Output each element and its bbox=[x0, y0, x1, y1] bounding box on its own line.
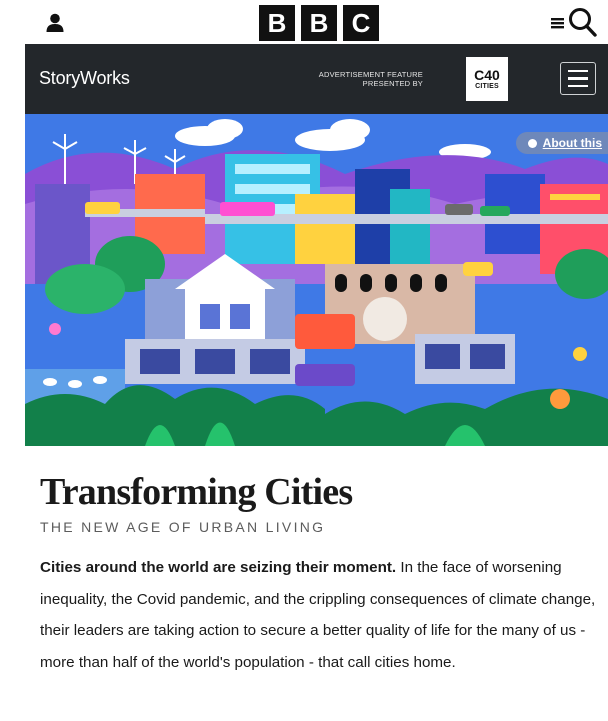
about-this-label: About this bbox=[542, 136, 602, 150]
advertisement-label-line2: PRESENTED BY bbox=[362, 79, 423, 88]
c40-logo-bottom: CITIES bbox=[475, 82, 499, 90]
article-lead-paragraph: Cities around the world are seizing thei… bbox=[40, 552, 600, 678]
article-title: Transforming Cities bbox=[40, 471, 353, 513]
storyworks-bar: StoryWorks ADVERTISEMENT FEATURE PRESENT… bbox=[25, 44, 608, 114]
menu-search-group bbox=[550, 6, 598, 38]
storyworks-title[interactable]: StoryWorks bbox=[39, 68, 130, 89]
c40-cities-logo[interactable]: C40 CITIES bbox=[466, 57, 508, 101]
bbc-header: B B C bbox=[0, 0, 608, 44]
article-subtitle: THE NEW AGE OF URBAN LIVING bbox=[40, 519, 326, 535]
c40-logo-top: C40 bbox=[474, 66, 500, 83]
bbc-logo-letter: B bbox=[259, 5, 295, 41]
city-illustration bbox=[25, 114, 608, 446]
hamburger-icon[interactable] bbox=[560, 62, 596, 95]
hero-illustration: About this bbox=[25, 114, 608, 446]
about-this-button[interactable]: About this bbox=[515, 132, 608, 154]
bbc-logo[interactable]: B B C bbox=[259, 5, 379, 41]
account-icon[interactable] bbox=[44, 12, 66, 34]
bbc-logo-letter: B bbox=[301, 5, 337, 41]
info-icon bbox=[527, 138, 537, 148]
advertisement-label: ADVERTISEMENT FEATURE PRESENTED BY bbox=[315, 70, 423, 88]
menu-lines-icon[interactable] bbox=[550, 14, 566, 30]
search-icon[interactable] bbox=[568, 6, 598, 38]
article-lead-bold: Cities around the world are seizing thei… bbox=[40, 559, 397, 576]
advertisement-label-line1: ADVERTISEMENT FEATURE bbox=[318, 70, 423, 79]
bbc-logo-letter: C bbox=[343, 5, 379, 41]
